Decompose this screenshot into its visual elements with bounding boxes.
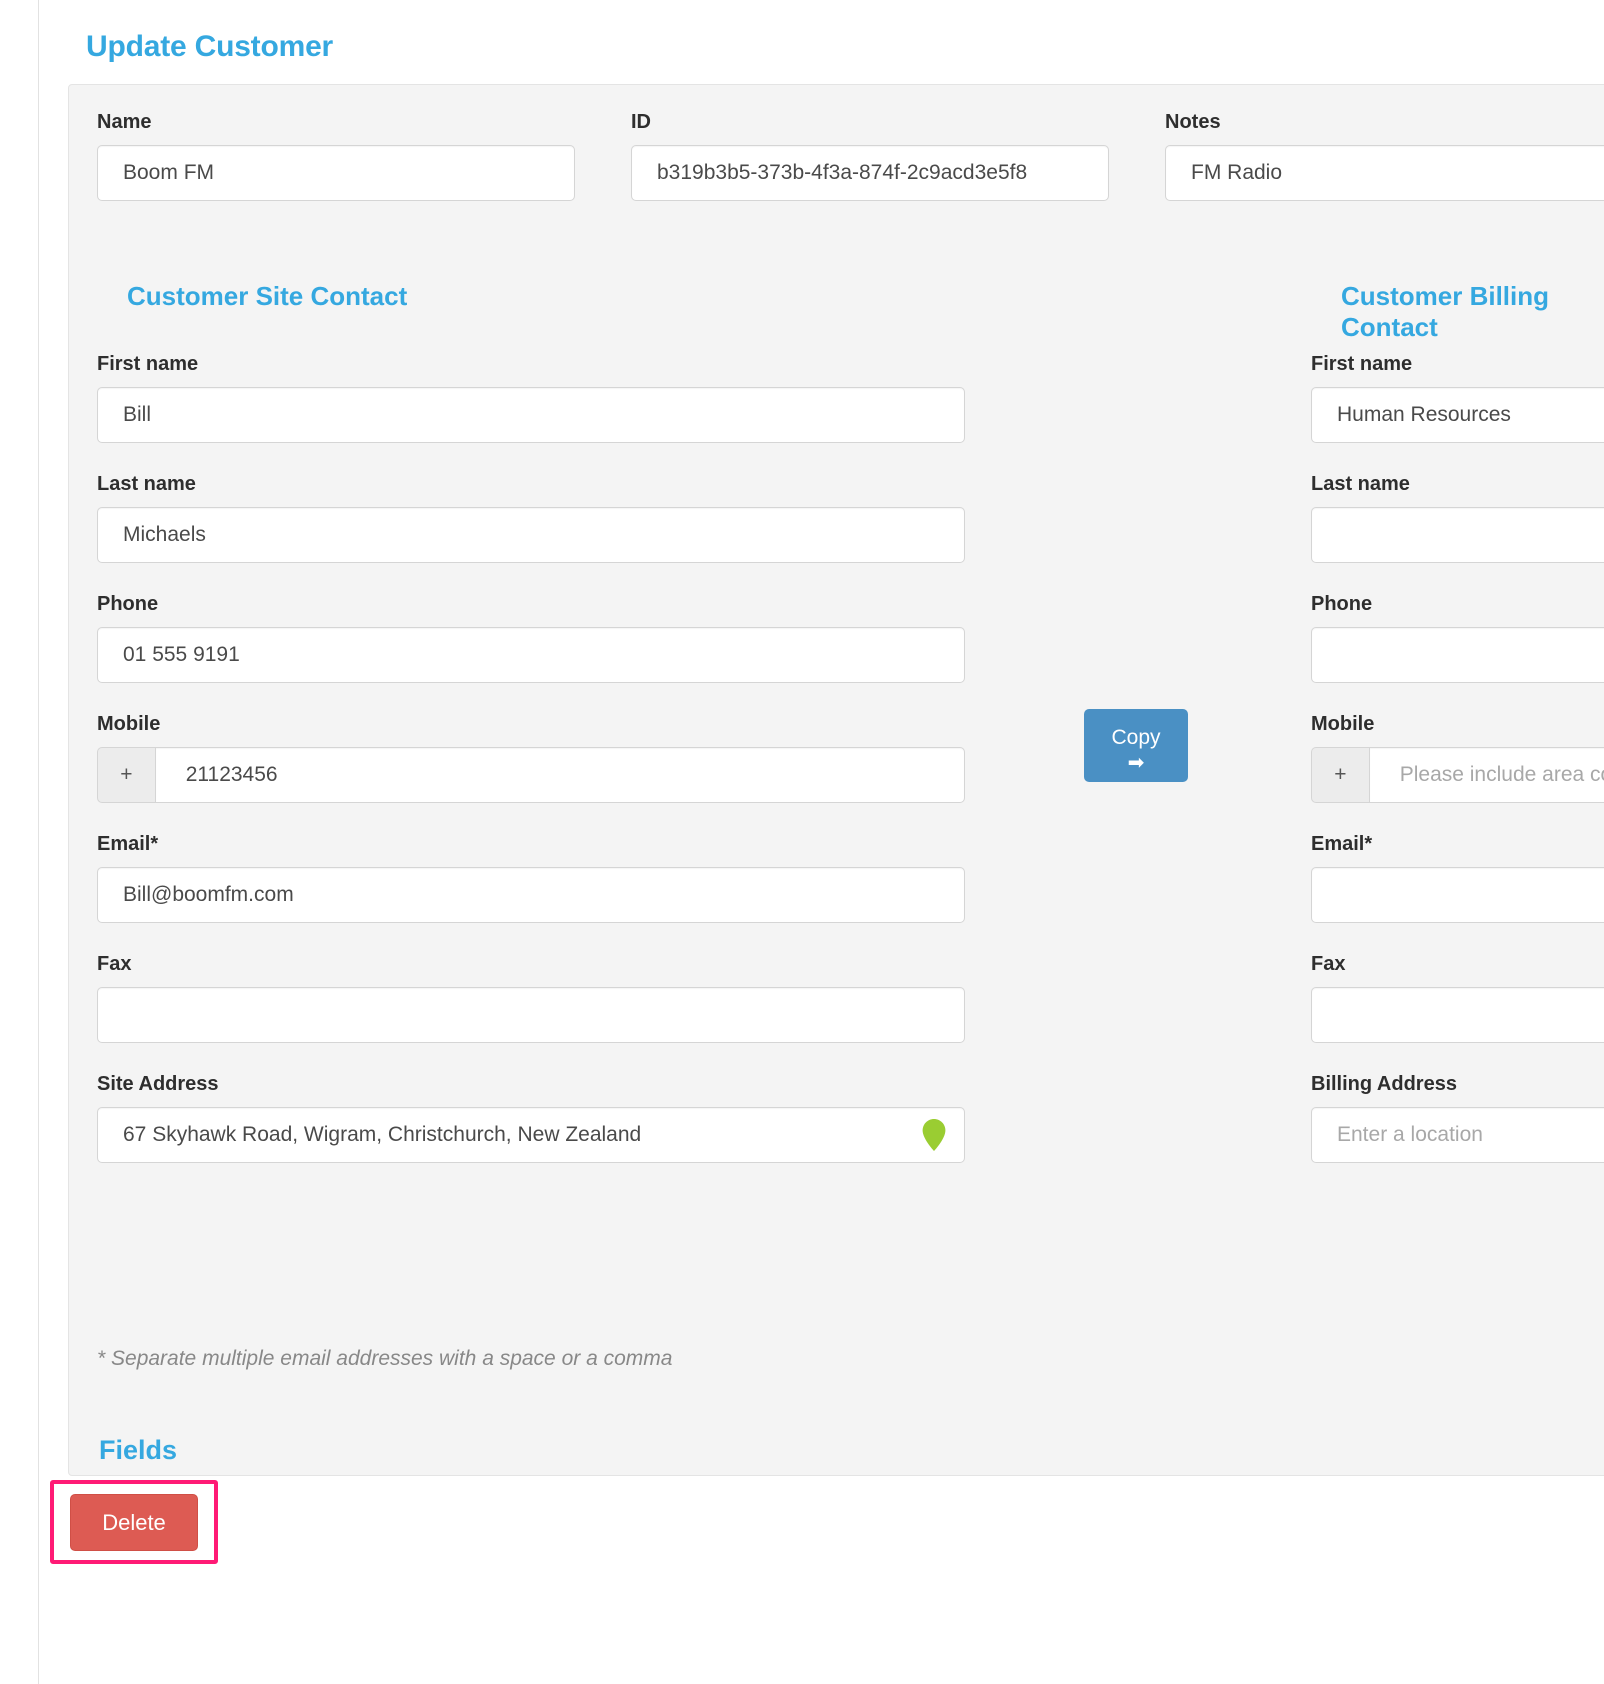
site-last-name-input[interactable] [97,507,965,563]
name-label: Name [97,111,152,133]
copy-button-label: Copy [1111,725,1161,749]
billing-address-group: Billing Address [1311,1073,1604,1163]
billing-email-group: Email* [1311,833,1604,923]
delete-button[interactable]: Delete [70,1494,198,1551]
site-mobile-input[interactable] [154,747,965,803]
billing-mobile-label: Mobile [1311,713,1375,735]
site-first-name-group: First name [97,353,965,443]
id-input[interactable] [631,145,1109,201]
site-email-input[interactable] [97,867,965,923]
billing-address-label: Billing Address [1311,1073,1457,1095]
site-fax-group: Fax [97,953,965,1043]
site-phone-input[interactable] [97,627,965,683]
billing-address-input[interactable] [1311,1107,1604,1163]
site-phone-group: Phone [97,593,965,683]
arrow-right-icon: ➡ [1127,752,1145,775]
site-fax-label: Fax [97,953,132,975]
billing-fax-input[interactable] [1311,987,1604,1043]
billing-first-name-group: First name [1311,353,1604,443]
site-last-name-label: Last name [97,473,196,495]
notes-field-group: Notes [1165,111,1604,201]
customer-form-panel: Name ID Notes Customer Site Contact Cust… [68,84,1604,1476]
billing-phone-input[interactable] [1311,627,1604,683]
email-footnote: * Separate multiple email addresses with… [97,1347,673,1370]
fields-section-heading: Fields [99,1435,178,1465]
billing-first-name-input[interactable] [1311,387,1604,443]
site-address-group: Site Address [97,1073,965,1163]
page-left-rule [38,0,39,1684]
site-contact-heading: Customer Site Contact [127,281,408,311]
billing-email-input[interactable] [1311,867,1604,923]
site-phone-label: Phone [97,593,159,615]
billing-contact-heading: Customer Billing Contact [1341,281,1550,342]
site-address-input[interactable] [97,1107,965,1163]
update-customer-page: Update Customer Name ID Notes Customer S… [0,0,1604,1684]
site-email-group: Email* [97,833,965,923]
billing-mobile-input[interactable] [1368,747,1604,803]
billing-phone-group: Phone [1311,593,1604,683]
notes-label: Notes [1165,111,1221,133]
billing-phone-label: Phone [1311,593,1373,615]
billing-mobile-group: Mobile + [1311,713,1604,803]
billing-address-wrapper [1311,1107,1604,1163]
billing-email-label: Email* [1311,833,1373,855]
plus-icon: + [1311,747,1369,803]
site-address-label: Site Address [97,1073,219,1095]
site-fax-input[interactable] [97,987,965,1043]
billing-first-name-label: First name [1311,353,1413,375]
name-input[interactable] [97,145,575,201]
plus-icon: + [97,747,155,803]
billing-last-name-label: Last name [1311,473,1410,495]
id-field-group: ID [631,111,1109,201]
billing-fax-label: Fax [1311,953,1346,975]
billing-last-name-group: Last name [1311,473,1604,563]
copy-button[interactable]: Copy ➡ [1084,709,1188,782]
billing-fax-group: Fax [1311,953,1604,1043]
notes-input[interactable] [1165,145,1604,201]
billing-mobile-input-group: + [1311,747,1604,803]
site-contact-column: First name Last name Phone Mobile + Emai… [97,353,965,1193]
name-field-group: Name [97,111,575,201]
site-address-wrapper [97,1107,965,1163]
billing-last-name-input[interactable] [1311,507,1604,563]
page-title: Update Customer [86,30,334,63]
site-first-name-input[interactable] [97,387,965,443]
site-mobile-label: Mobile [97,713,161,735]
id-label: ID [631,111,651,133]
site-last-name-group: Last name [97,473,965,563]
site-email-label: Email* [97,833,159,855]
site-first-name-label: First name [97,353,199,375]
site-mobile-input-group: + [97,747,965,803]
billing-contact-column: First name Last name Phone Mobile + Emai… [1311,353,1604,1193]
site-mobile-group: Mobile + [97,713,965,803]
